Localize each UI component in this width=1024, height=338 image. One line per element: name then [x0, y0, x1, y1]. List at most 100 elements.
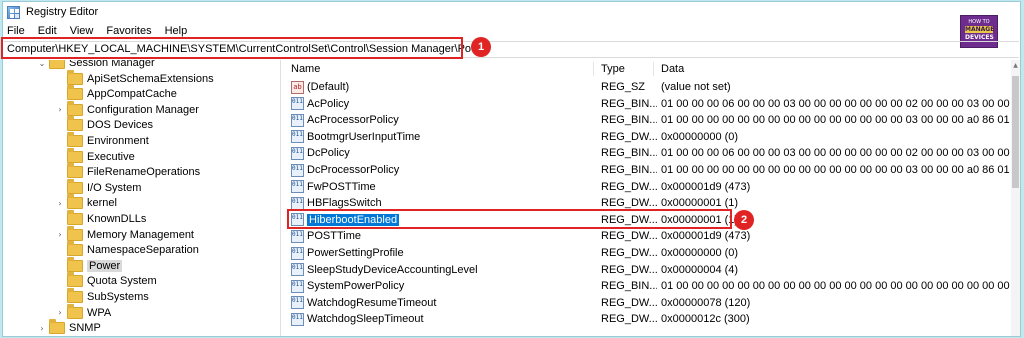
folder-icon — [67, 85, 83, 101]
registry-value-row[interactable]: 011 110DcPolicy REG_BIN... 01 00 00 00 06 … — [287, 145, 1017, 161]
value-name-cell[interactable]: 011 110DcProcessorPolicy — [291, 162, 596, 178]
chevron-down-icon[interactable]: ⌄ — [37, 60, 47, 68]
folder-icon — [67, 69, 83, 85]
folder-icon — [67, 147, 83, 163]
registry-value-row[interactable]: 011 110AcProcessorPolicy REG_BIN... 01 00 … — [287, 112, 1017, 128]
scroll-up-icon[interactable]: ▲ — [1011, 62, 1020, 69]
column-header-data[interactable]: Data — [661, 60, 684, 78]
registry-value-row[interactable]: 011 110POSTTime REG_DW... 0x000001d9 (473) — [287, 228, 1017, 244]
value-type: REG_DW... — [601, 180, 657, 193]
tree-item[interactable]: KnownDLLs — [55, 210, 146, 227]
folder-icon — [67, 256, 83, 272]
logo-line-2: MANAGE — [965, 26, 995, 33]
column-header-type[interactable]: Type — [601, 60, 625, 78]
registry-value-row[interactable]: 011 110PowerSettingProfile REG_DW... 0x000… — [287, 245, 1017, 261]
value-type: REG_DW... — [601, 130, 657, 143]
value-data: 0x00000000 (0) — [661, 247, 739, 259]
value-name-cell[interactable]: 011 110AcPolicy — [291, 96, 596, 112]
menu-favorites[interactable]: Favorites — [106, 25, 151, 37]
value-name-cell[interactable]: 011 110DcPolicy — [291, 145, 596, 161]
tree-item[interactable]: › kernel — [55, 194, 117, 211]
tree-item-label: Power — [87, 259, 123, 272]
registry-value-row[interactable]: 011 110WatchdogResumeTimeout REG_DW... 0x0… — [287, 295, 1017, 311]
value-name: DcPolicy — [307, 147, 350, 160]
folder-icon — [67, 303, 83, 319]
registry-value-row[interactable]: 011 110DcProcessorPolicy REG_BIN... 01 00 … — [287, 162, 1017, 178]
value-type: REG_BIN... — [601, 97, 657, 110]
value-name-cell[interactable]: 011 110AcProcessorPolicy — [291, 112, 596, 128]
tree-item-label: AppCompatCache — [87, 88, 177, 101]
tree-item[interactable]: NamespaceSeparation — [55, 241, 199, 258]
address-highlight-box — [1, 37, 463, 59]
string-value-icon: ab — [291, 80, 304, 94]
tree-item[interactable]: ApiSetSchemaExtensions — [55, 69, 214, 87]
column-header-name[interactable]: Name — [291, 60, 320, 78]
scrollbar-thumb[interactable] — [1012, 76, 1019, 188]
callout-badge-1: 1 — [471, 37, 491, 57]
value-name-cell[interactable]: 011 110SystemPowerPolicy — [291, 278, 596, 294]
chevron-right-icon[interactable]: › — [55, 105, 65, 114]
tree-item[interactable]: Quota System — [55, 272, 157, 289]
window-title: Registry Editor — [26, 6, 99, 18]
binary-value-icon: 011 110 — [291, 130, 304, 144]
chevron-right-icon[interactable]: › — [55, 308, 65, 317]
tree-item[interactable]: AppCompatCache — [55, 85, 177, 102]
registry-value-row[interactable]: 011 110WatchdogSleepTimeout REG_DW... 0x00… — [287, 311, 1017, 327]
chevron-right-icon[interactable]: › — [55, 230, 65, 239]
value-name-cell[interactable]: 011 110WatchdogResumeTimeout — [291, 295, 596, 311]
tree-item[interactable]: › WPA — [55, 303, 111, 321]
menu-view[interactable]: View — [70, 25, 94, 37]
value-name: (Default) — [307, 81, 350, 93]
value-name-cell[interactable]: 011 110POSTTime — [291, 228, 596, 244]
tree-item[interactable]: SubSystems — [55, 288, 149, 305]
tree-item[interactable]: › Memory Management — [55, 225, 194, 243]
value-type: REG_DW... — [601, 230, 657, 243]
registry-value-row[interactable]: 011 110BootmgrUserInputTime REG_DW... 0x00… — [287, 129, 1017, 145]
tree-item[interactable]: Executive — [55, 147, 135, 165]
value-data: 01 00 00 00 00 00 00 00 00 00 00 00 00 0… — [661, 114, 1013, 127]
registry-value-row[interactable]: ab (Default) REG_SZ (value not set) — [287, 79, 1017, 95]
folder-icon — [67, 194, 83, 210]
column-divider[interactable] — [593, 62, 594, 76]
registry-value-row[interactable]: 011 110SleepStudyDeviceAccountingLevel RE… — [287, 262, 1017, 278]
registry-value-row[interactable]: 011 110AcPolicy REG_BIN... 01 00 00 00 06 … — [287, 96, 1017, 112]
menu-file[interactable]: File — [7, 25, 25, 37]
chevron-right-icon[interactable]: › — [37, 324, 47, 333]
menu-help[interactable]: Help — [165, 25, 188, 37]
tree-item-label: Quota System — [87, 275, 157, 288]
value-data: 01 00 00 00 00 00 00 00 00 00 00 00 00 0… — [661, 164, 1013, 176]
tree-item-label: FileRenameOperations — [87, 166, 201, 179]
value-data: 0x00000004 (4) — [661, 263, 739, 276]
tree-item[interactable]: › SNMP — [37, 319, 101, 336]
value-name: SystemPowerPolicy — [307, 280, 405, 293]
folder-icon — [67, 272, 83, 288]
value-name-cell[interactable]: 011 110PowerSettingProfile — [291, 245, 596, 261]
tree-item[interactable]: ⌄ Session Manager — [37, 60, 155, 71]
tree-item-label: ApiSetSchemaExtensions — [87, 72, 214, 85]
binary-value-icon: 011 110 — [291, 246, 304, 260]
value-data: 0x0000012c (300) — [661, 313, 750, 326]
value-name-cell[interactable]: 011 110WatchdogSleepTimeout — [291, 311, 596, 327]
column-divider[interactable] — [653, 62, 654, 76]
tree-item[interactable]: › Configuration Manager — [55, 100, 199, 118]
binary-value-icon: 011 110 — [291, 229, 304, 243]
registry-value-row[interactable]: 011 110SystemPowerPolicy REG_BIN... 01 00 … — [287, 278, 1017, 294]
tree-item[interactable]: FileRenameOperations — [55, 163, 201, 180]
tree-item[interactable]: Environment — [55, 132, 149, 149]
folder-icon — [49, 319, 65, 335]
folder-icon — [67, 178, 83, 194]
registry-value-row[interactable]: 011 110FwPOSTTime REG_DW... 0x000001d9 (47… — [287, 179, 1017, 195]
value-name-cell[interactable]: 011 110SleepStudyDeviceAccountingLevel — [291, 262, 596, 278]
value-name-cell[interactable]: 011 110FwPOSTTime — [291, 179, 596, 195]
tree-item-label: DOS Devices — [87, 119, 154, 132]
tree-item[interactable]: I/O System — [55, 178, 141, 196]
tree-item[interactable]: DOS Devices — [55, 116, 154, 133]
value-name-cell[interactable]: ab (Default) — [291, 79, 596, 95]
menu-edit[interactable]: Edit — [38, 25, 57, 37]
value-name-cell[interactable]: 011 110BootmgrUserInputTime — [291, 129, 596, 145]
tree-item-label: kernel — [87, 197, 117, 210]
vertical-scrollbar[interactable]: ▲ — [1011, 60, 1020, 336]
chevron-right-icon[interactable]: › — [55, 199, 65, 208]
tree-item[interactable]: Power — [55, 256, 123, 274]
value-type: REG_BIN... — [601, 280, 657, 293]
